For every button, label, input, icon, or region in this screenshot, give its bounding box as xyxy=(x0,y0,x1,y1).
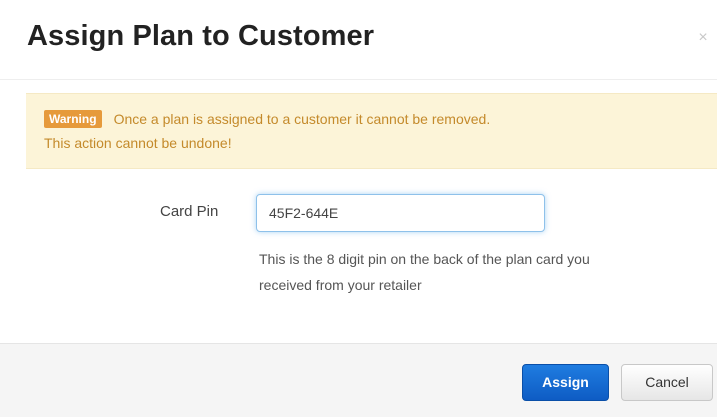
warning-alert: Warning Once a plan is assigned to a cust… xyxy=(26,93,717,169)
close-icon[interactable]: × xyxy=(695,30,711,46)
assign-button[interactable]: Assign xyxy=(522,364,609,401)
dialog-header: Assign Plan to Customer × xyxy=(0,0,717,80)
card-pin-label: Card Pin xyxy=(160,203,219,220)
warning-badge: Warning xyxy=(44,110,102,128)
assign-plan-dialog: Assign Plan to Customer × Warning Once a … xyxy=(0,0,717,417)
warning-line-1: Warning Once a plan is assigned to a cust… xyxy=(44,107,490,131)
card-pin-help-line-1: This is the 8 digit pin on the back of t… xyxy=(259,251,590,267)
card-pin-help-line-2: received from your retailer xyxy=(259,277,422,293)
warning-message: Once a plan is assigned to a customer it… xyxy=(113,111,491,127)
warning-line-2: This action cannot be undone! xyxy=(44,135,232,151)
cancel-button[interactable]: Cancel xyxy=(621,364,713,401)
dialog-title: Assign Plan to Customer xyxy=(27,20,375,52)
dialog-footer: Assign Cancel xyxy=(0,343,717,417)
card-pin-input[interactable] xyxy=(256,194,545,232)
card-pin-help: This is the 8 digit pin on the back of t… xyxy=(259,246,709,298)
